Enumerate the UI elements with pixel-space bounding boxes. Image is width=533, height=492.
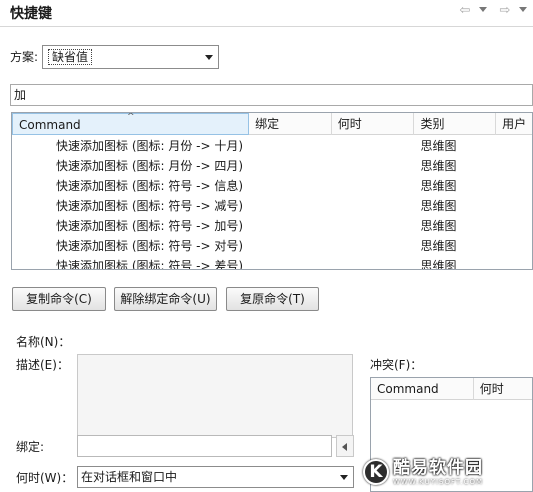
- chevron-down-icon: [205, 54, 213, 60]
- table-row[interactable]: 快速添加图标 (图标: 符号 -> 加号) 思维图: [12, 216, 532, 236]
- table-row[interactable]: 快速添加图标 (图标: 符号 -> 减号) 思维图: [12, 196, 532, 216]
- column-category[interactable]: 类别: [414, 113, 497, 135]
- back-history-dropdown-icon[interactable]: [479, 7, 487, 12]
- arrow-left-icon: [342, 443, 347, 451]
- row-when: [332, 176, 415, 196]
- row-when: [332, 236, 415, 256]
- page-title: 快捷键: [10, 6, 52, 22]
- conflict-label: 冲突(F)：: [370, 358, 423, 372]
- when-select[interactable]: 在对话框和窗口中: [77, 466, 354, 488]
- row-category: 思维图: [420, 239, 457, 253]
- table-row[interactable]: 快速添加图标 (图标: 月份 -> 四月) 思维图: [12, 156, 532, 176]
- row-category: 思维图: [420, 219, 457, 233]
- row-category: 思维图: [420, 259, 457, 270]
- row-binding: [249, 176, 332, 196]
- row-command: 快速添加图标 (图标: 符号 -> 差号): [56, 259, 244, 270]
- conflict-column-when[interactable]: 何时: [474, 378, 532, 400]
- row-binding: [249, 256, 332, 269]
- name-label: 名称(N)：: [16, 335, 71, 349]
- row-binding: [249, 196, 332, 216]
- forward-history-dropdown-icon[interactable]: [519, 7, 527, 12]
- description-label: 描述(E)：: [16, 358, 69, 372]
- row-binding: [249, 136, 332, 156]
- row-command: 快速添加图标 (图标: 符号 -> 对号): [56, 239, 244, 253]
- row-user: [496, 196, 532, 216]
- row-command: 快速添加图标 (图标: 月份 -> 十月): [56, 139, 244, 153]
- row-category: 思维图: [420, 139, 457, 153]
- row-user: [496, 216, 532, 236]
- row-user: [496, 256, 532, 269]
- row-command: 快速添加图标 (图标: 符号 -> 加号): [56, 219, 244, 233]
- row-user: [496, 236, 532, 256]
- watermark: K 酷易软件园 WWW.KUYISOFT.COM: [363, 452, 533, 492]
- sort-ascending-icon: ^: [127, 112, 135, 122]
- scheme-label: 方案:: [10, 50, 39, 64]
- row-command: 快速添加图标 (图标: 符号 -> 信息): [56, 179, 244, 193]
- row-binding: [249, 216, 332, 236]
- row-user: [496, 156, 532, 176]
- unbind-command-button[interactable]: 解除绑定命令(U): [114, 287, 217, 311]
- row-user: [496, 176, 532, 196]
- watermark-text-en: WWW.KUYISOFT.COM: [393, 477, 484, 486]
- binding-label: 绑定:: [16, 440, 45, 454]
- description-box: [77, 354, 353, 438]
- back-arrow-icon[interactable]: ⇦: [458, 4, 472, 18]
- header-divider: [0, 26, 533, 27]
- row-when: [332, 196, 415, 216]
- binding-input[interactable]: [77, 435, 332, 457]
- binding-menu-button[interactable]: [336, 435, 354, 457]
- restore-command-button[interactable]: 复原命令(T): [226, 287, 319, 311]
- row-when: [332, 136, 415, 156]
- row-command: 快速添加图标 (图标: 月份 -> 四月): [56, 159, 244, 173]
- command-table: ^ Command 绑定 何时 类别 用户 快速添加图标 (图标: 月份 -> …: [11, 112, 533, 270]
- row-when: [332, 216, 415, 236]
- conflict-table-header: Command 何时: [371, 378, 532, 400]
- row-category: 思维图: [420, 199, 457, 213]
- table-row[interactable]: 快速添加图标 (图标: 月份 -> 十月) 思维图: [12, 136, 532, 156]
- scheme-selected-value: 缺省值: [48, 49, 93, 65]
- column-when[interactable]: 何时: [332, 113, 415, 135]
- when-selected-value: 在对话框和窗口中: [81, 470, 178, 484]
- scheme-select[interactable]: 缺省值: [42, 45, 219, 69]
- row-user: [496, 136, 532, 156]
- site-logo-icon: K: [363, 459, 389, 485]
- conflict-column-command[interactable]: Command: [371, 378, 474, 400]
- column-binding[interactable]: 绑定: [249, 113, 332, 135]
- chevron-down-icon: [340, 474, 348, 480]
- filter-input[interactable]: 加: [10, 84, 533, 106]
- watermark-text-cn: 酷易软件园: [393, 457, 483, 478]
- when-label: 何时(W)：: [16, 471, 74, 485]
- row-category: 思维图: [420, 179, 457, 193]
- table-header: ^ Command 绑定 何时 类别 用户: [12, 113, 532, 135]
- row-when: [332, 256, 415, 269]
- row-command: 快速添加图标 (图标: 符号 -> 减号): [56, 199, 244, 213]
- copy-command-button[interactable]: 复制命令(C): [12, 287, 106, 311]
- row-binding: [249, 156, 332, 176]
- row-binding: [249, 236, 332, 256]
- row-category: 思维图: [420, 159, 457, 173]
- forward-arrow-icon[interactable]: ⇨: [498, 4, 512, 18]
- column-command[interactable]: ^ Command: [12, 112, 250, 135]
- table-row[interactable]: 快速添加图标 (图标: 符号 -> 信息) 思维图: [12, 176, 532, 196]
- column-user[interactable]: 用户: [496, 113, 532, 135]
- row-when: [332, 156, 415, 176]
- table-row[interactable]: 快速添加图标 (图标: 符号 -> 差号) 思维图: [12, 256, 532, 270]
- table-row[interactable]: 快速添加图标 (图标: 符号 -> 对号) 思维图: [12, 236, 532, 256]
